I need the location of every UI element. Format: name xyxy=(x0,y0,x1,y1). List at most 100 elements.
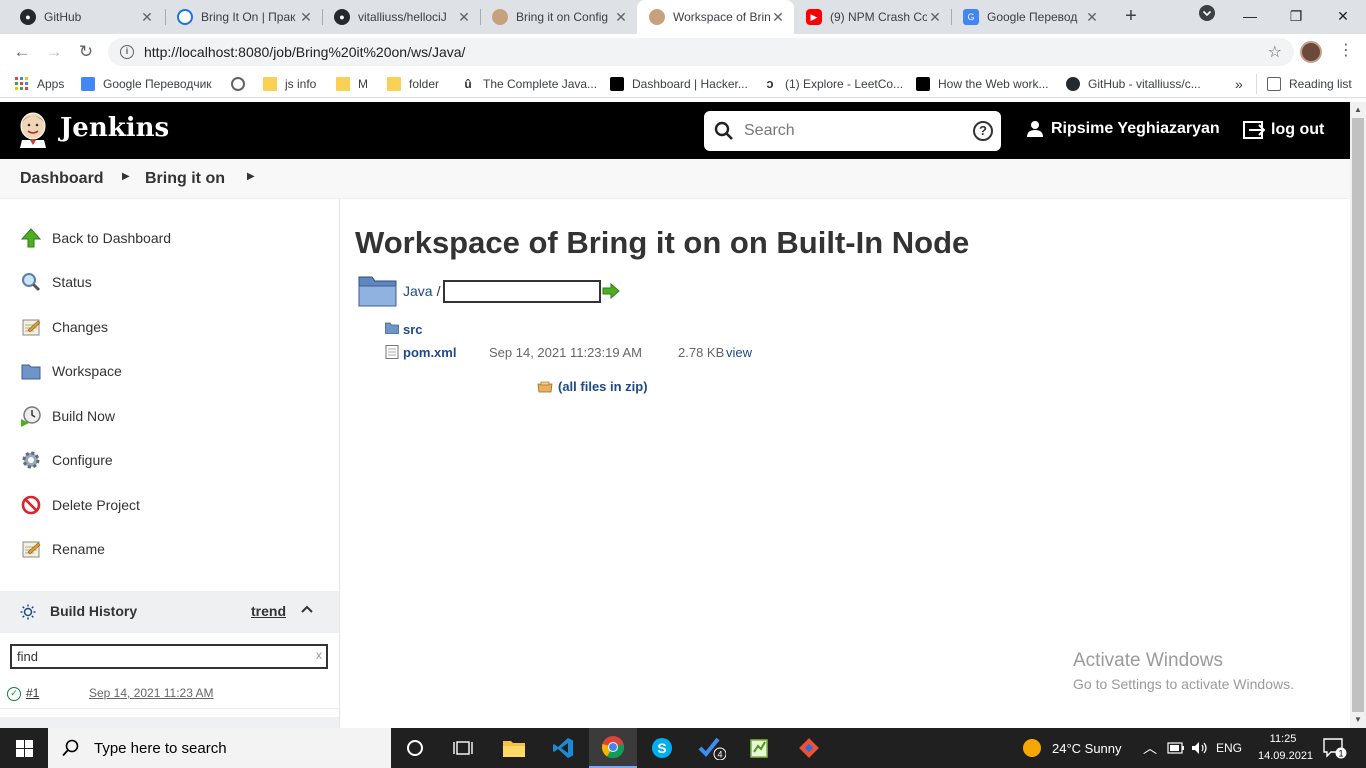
scrollbar-thumb[interactable] xyxy=(1352,118,1364,712)
google-translate-icon: G xyxy=(963,9,979,25)
scroll-down-icon[interactable]: ▼ xyxy=(1350,712,1366,728)
bookmark-m[interactable]: M xyxy=(336,75,368,93)
new-tab-plus-icon[interactable]: + xyxy=(1119,5,1143,29)
bookmark-globe[interactable] xyxy=(231,75,253,93)
taskbar-search-box[interactable]: Type here to search xyxy=(48,728,391,768)
file-row-pom: pom.xml Sep 14, 2021 11:23:19 AM 2.78 KB… xyxy=(385,342,885,362)
bookmark-complete-java[interactable]: û The Complete Java... xyxy=(461,75,597,93)
build-date-link[interactable]: Sep 14, 2021 11:23 AM xyxy=(89,686,214,700)
battery-icon[interactable] xyxy=(1167,728,1185,768)
git-app-icon[interactable] xyxy=(785,728,833,768)
tab-jenkins-config[interactable]: Bring it on Config ✕ xyxy=(480,0,637,34)
bookmark-google-translate[interactable]: Google Переводчик xyxy=(81,75,212,93)
chevron-right-icon[interactable]: ▶ xyxy=(122,171,130,182)
logout-link[interactable]: log out xyxy=(1243,120,1324,140)
task-delete-project[interactable]: Delete Project xyxy=(20,493,140,517)
file-link-src[interactable]: src xyxy=(403,322,423,337)
breadcrumb-bring-it-on[interactable]: Bring it on xyxy=(145,170,225,188)
bookmark-folder[interactable]: folder xyxy=(387,75,439,93)
system-clock[interactable]: 11:25 14.09.2021 xyxy=(1258,731,1313,765)
search-input[interactable] xyxy=(744,122,964,140)
zip-download-link[interactable]: (all files in zip) xyxy=(537,379,648,394)
task-status[interactable]: Status xyxy=(20,270,92,294)
file-explorer-icon[interactable] xyxy=(490,728,538,768)
path-link-java[interactable]: Java xyxy=(403,283,433,299)
windows-start-icon[interactable] xyxy=(0,728,48,768)
bookmarks-overflow-icon[interactable]: » xyxy=(1235,75,1243,93)
task-view-icon[interactable] xyxy=(439,728,487,768)
chevron-up-icon[interactable] xyxy=(300,602,314,617)
address-bar[interactable]: i http://localhost:8080/job/Bring%20it%2… xyxy=(108,38,1294,66)
bookmark-apps[interactable]: Apps xyxy=(15,75,64,93)
close-tab-icon[interactable]: ✕ xyxy=(456,9,472,26)
chrome-icon[interactable] xyxy=(589,728,637,768)
reload-icon[interactable]: ↻ xyxy=(74,40,98,64)
tab-google-translate[interactable]: G Google Перевод ✕ xyxy=(951,0,1108,34)
trend-link[interactable]: trend xyxy=(251,603,286,619)
bookmark-js-info[interactable]: js info xyxy=(263,75,316,93)
profile-avatar[interactable] xyxy=(1300,41,1322,63)
view-file-link[interactable]: view xyxy=(726,345,752,360)
bookmark-leetcode[interactable]: ↄ (1) Explore - LeetCo... xyxy=(763,75,903,93)
task-build-now[interactable]: Build Now xyxy=(20,404,115,428)
close-tab-icon[interactable]: ✕ xyxy=(139,9,155,26)
vscode-icon[interactable] xyxy=(539,728,587,768)
volume-icon[interactable] xyxy=(1191,728,1209,768)
close-tab-icon[interactable]: ✕ xyxy=(927,9,943,26)
tab-bring-it-on[interactable]: Bring It On | Прак ✕ xyxy=(165,0,322,34)
breadcrumb-dashboard[interactable]: Dashboard xyxy=(20,170,104,188)
go-arrow-icon[interactable] xyxy=(602,282,621,300)
tray-chevron-up-icon[interactable]: ︿ xyxy=(1143,728,1157,768)
chevron-right-icon[interactable]: ▶ xyxy=(247,171,255,182)
path-input[interactable] xyxy=(443,279,602,303)
tab-search-icon[interactable] xyxy=(1184,0,1230,34)
back-arrow-icon[interactable]: ← xyxy=(10,40,34,64)
task-configure[interactable]: Configure xyxy=(20,448,113,472)
reading-list-button[interactable]: Reading list xyxy=(1267,75,1352,93)
site-info-icon[interactable]: i xyxy=(120,45,134,59)
chrome-menu-icon[interactable]: ⋮ xyxy=(1336,42,1356,60)
jenkins-logo-icon[interactable] xyxy=(18,112,48,148)
vertical-scrollbar[interactable]: ▲ ▼ xyxy=(1350,102,1366,728)
scroll-up-icon[interactable]: ▲ xyxy=(1350,102,1366,118)
todo-icon[interactable]: 4 xyxy=(688,728,736,768)
build-number-link[interactable]: #1 xyxy=(26,686,39,700)
close-tab-icon[interactable]: ✕ xyxy=(770,9,786,26)
close-window-icon[interactable]: ✕ xyxy=(1320,0,1366,34)
bookmark-star-icon[interactable]: ☆ xyxy=(1268,42,1282,62)
clear-filter-icon[interactable]: x xyxy=(316,648,322,662)
url-text[interactable]: http://localhost:8080/job/Bring%20it%20o… xyxy=(144,44,465,60)
forward-arrow-icon[interactable]: → xyxy=(42,40,66,64)
close-tab-icon[interactable]: ✕ xyxy=(298,9,314,26)
filter-input[interactable] xyxy=(17,649,297,664)
package-icon xyxy=(537,381,553,392)
clock-play-icon xyxy=(20,405,42,427)
tab-github[interactable]: ● GitHub ✕ xyxy=(8,0,163,34)
svg-text:S: S xyxy=(657,740,666,756)
bookmark-hackerrank[interactable]: Dashboard | Hacker... xyxy=(610,75,748,93)
browser-tab-strip: ● GitHub ✕ Bring It On | Прак ✕ ● vitall… xyxy=(0,0,1366,34)
tab-youtube-npm[interactable]: ▶ (9) NPM Crash Co ✕ xyxy=(794,0,951,34)
close-tab-icon[interactable]: ✕ xyxy=(613,9,629,26)
skype-icon[interactable]: S xyxy=(638,728,686,768)
notifications-icon[interactable]: 1 xyxy=(1323,728,1347,768)
jenkins-brand[interactable]: Jenkins xyxy=(60,113,169,143)
user-link[interactable]: Ripsime Yeghiazaryan xyxy=(1026,120,1220,138)
task-back-to-dashboard[interactable]: Back to Dashboard xyxy=(20,226,171,250)
bookmark-github-vitalliuss[interactable]: GitHub - vitalliuss/c... xyxy=(1066,75,1201,93)
file-link-pom[interactable]: pom.xml xyxy=(403,345,456,360)
weather-widget[interactable]: 24°C Sunny xyxy=(1022,728,1122,768)
tab-jenkins-workspace[interactable]: Workspace of Brin ✕ xyxy=(637,0,794,34)
task-changes[interactable]: Changes xyxy=(20,315,108,339)
minimize-icon[interactable]: — xyxy=(1227,0,1273,34)
bookmark-how-web-works[interactable]: How the Web work... xyxy=(916,75,1048,93)
close-tab-icon[interactable]: ✕ xyxy=(1084,9,1100,26)
task-workspace[interactable]: Workspace xyxy=(20,359,122,383)
restore-icon[interactable]: ❐ xyxy=(1273,0,1319,34)
tab-github-hellocij[interactable]: ● vitalliuss/hellociJ ✕ xyxy=(322,0,480,34)
notepad-plus-icon[interactable] xyxy=(735,728,783,768)
language-indicator[interactable]: ENG xyxy=(1216,728,1242,768)
task-rename[interactable]: Rename xyxy=(20,537,105,561)
cortana-icon[interactable] xyxy=(391,728,439,768)
help-icon[interactable]: ? xyxy=(973,121,993,141)
